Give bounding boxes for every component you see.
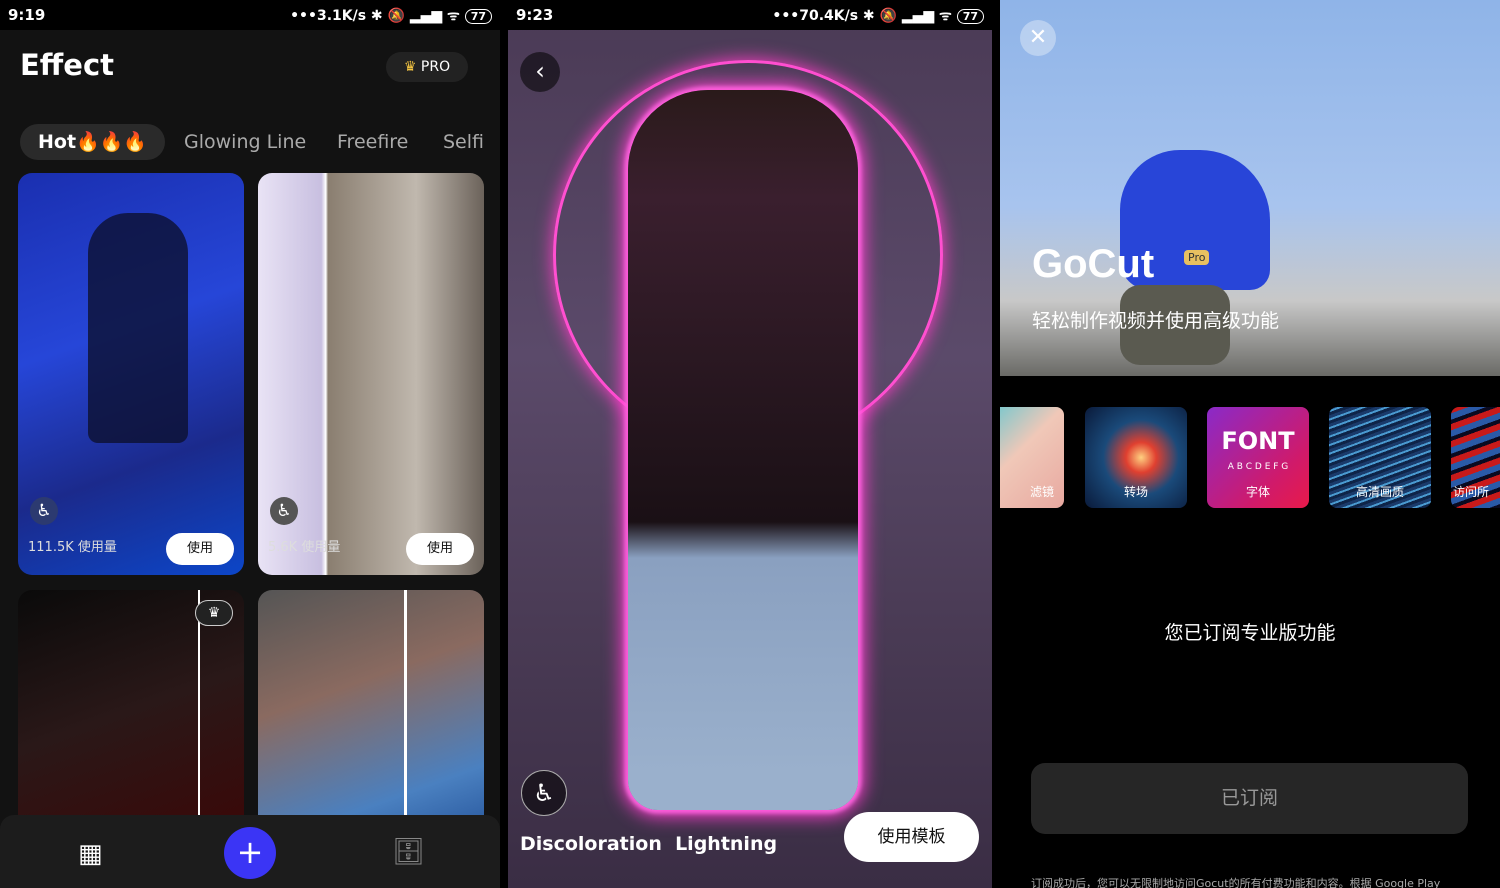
tab-selfie[interactable]: Selfi	[443, 124, 484, 160]
inbox-icon[interactable]: 🗄	[392, 837, 425, 867]
crown-icon: ♛	[195, 600, 233, 626]
card-thumbnail	[88, 213, 188, 443]
accessibility-icon: ♿	[521, 770, 567, 816]
close-button[interactable]: ✕	[1020, 20, 1056, 56]
tab-glowing-line[interactable]: Glowing Line	[184, 124, 306, 160]
status-bar: 9:19 •••3.1K/s ✱ 🔕 ▂▄▆ ᯤ 77	[0, 0, 500, 30]
tab-label: Hot	[38, 131, 77, 153]
crown-icon: ♛	[403, 59, 417, 75]
status-time: 9:19	[8, 6, 46, 24]
feature-tile-font: FONT A B C D E F G 字体	[1207, 407, 1309, 508]
subscribed-button[interactable]: 已订阅	[1031, 763, 1468, 834]
usage-count: 5.6K 使用量	[268, 540, 341, 555]
back-button[interactable]: ‹	[520, 52, 560, 92]
pro-label: PRO	[420, 59, 451, 75]
tab-freefire[interactable]: Freefire	[337, 124, 408, 160]
footer-terms: 订阅成功后，您可以无限制地访问Gocut的所有付费功能和内容。根据 Google…	[1031, 877, 1441, 888]
tile-label: 高清画质	[1355, 485, 1404, 499]
accessibility-icon: ♿	[270, 497, 298, 525]
fire-icon: 🔥🔥🔥	[76, 131, 148, 153]
feature-tile-transition: 转场	[1085, 407, 1187, 508]
use-button[interactable]: 使用	[406, 533, 474, 565]
use-template-button[interactable]: 使用模板	[844, 812, 979, 862]
font-sub: A B C D E F G	[1227, 462, 1289, 472]
battery: 77	[956, 8, 984, 24]
use-button[interactable]: 使用	[166, 533, 234, 565]
add-button[interactable]: +	[224, 827, 276, 879]
tab-hot[interactable]: Hot🔥🔥🔥	[20, 124, 166, 160]
tile-label: 访问所	[1453, 485, 1490, 499]
pro-badge: Pro	[1184, 250, 1210, 265]
subtitle: 轻松制作视频并使用高级功能	[1032, 310, 1280, 332]
effect-preview-screen: 9:23 •••70.4K/s ✱ 🔕 ▂▄▆ ᯤ 77 ‹ ♿ Discolo…	[508, 0, 992, 888]
battery: 77	[464, 8, 492, 24]
network-speed: •••70.4K/s	[772, 7, 859, 24]
network-speed: •••3.1K/s	[290, 7, 367, 24]
tile-label: 滤镜	[1029, 485, 1054, 499]
divider-line	[404, 590, 407, 830]
accessibility-icon: ♿	[30, 497, 58, 525]
effect-card[interactable]: ♿ 5.6K 使用量 使用	[258, 173, 484, 575]
status-time: 9:23	[516, 6, 554, 24]
subscribed-message: 您已订阅专业版功能	[1164, 622, 1336, 644]
feature-tile-access: 访问所	[1451, 407, 1500, 508]
effect-screen: 9:19 •••3.1K/s ✱ 🔕 ▂▄▆ ᯤ 77 Effect ♛ PRO…	[0, 0, 500, 888]
divider-line	[198, 590, 200, 830]
subscription-screen: ✕ GoCut Pro 轻松制作视频并使用高级功能 滤镜 转场 FONT A B…	[1000, 0, 1500, 888]
effect-card[interactable]: ♛	[18, 590, 244, 830]
effect-name: Discoloration Lightning	[520, 833, 778, 855]
effect-card[interactable]	[258, 590, 484, 830]
status-bar: 9:23 •••70.4K/s ✱ 🔕 ▂▄▆ ᯤ 77	[508, 0, 992, 30]
tile-label: 转场	[1123, 485, 1148, 499]
effect-card[interactable]: ♿ 111.5K 使用量 使用	[18, 173, 244, 575]
person-figure	[628, 90, 858, 810]
tile-label: 字体	[1245, 485, 1270, 499]
feature-tile-hd: 高清画质	[1329, 407, 1431, 508]
gocut-logo: GoCut	[1032, 242, 1155, 286]
page-title: Effect	[20, 48, 115, 82]
font-title: FONT	[1221, 427, 1295, 455]
pro-button[interactable]: ♛ PRO	[386, 52, 468, 82]
feature-tile-filter: 滤镜	[1000, 407, 1064, 508]
bottom-nav: ▦ + 🗄	[0, 815, 500, 888]
templates-grid-icon[interactable]: ▦	[78, 839, 103, 869]
usage-count: 111.5K 使用量	[28, 540, 117, 555]
